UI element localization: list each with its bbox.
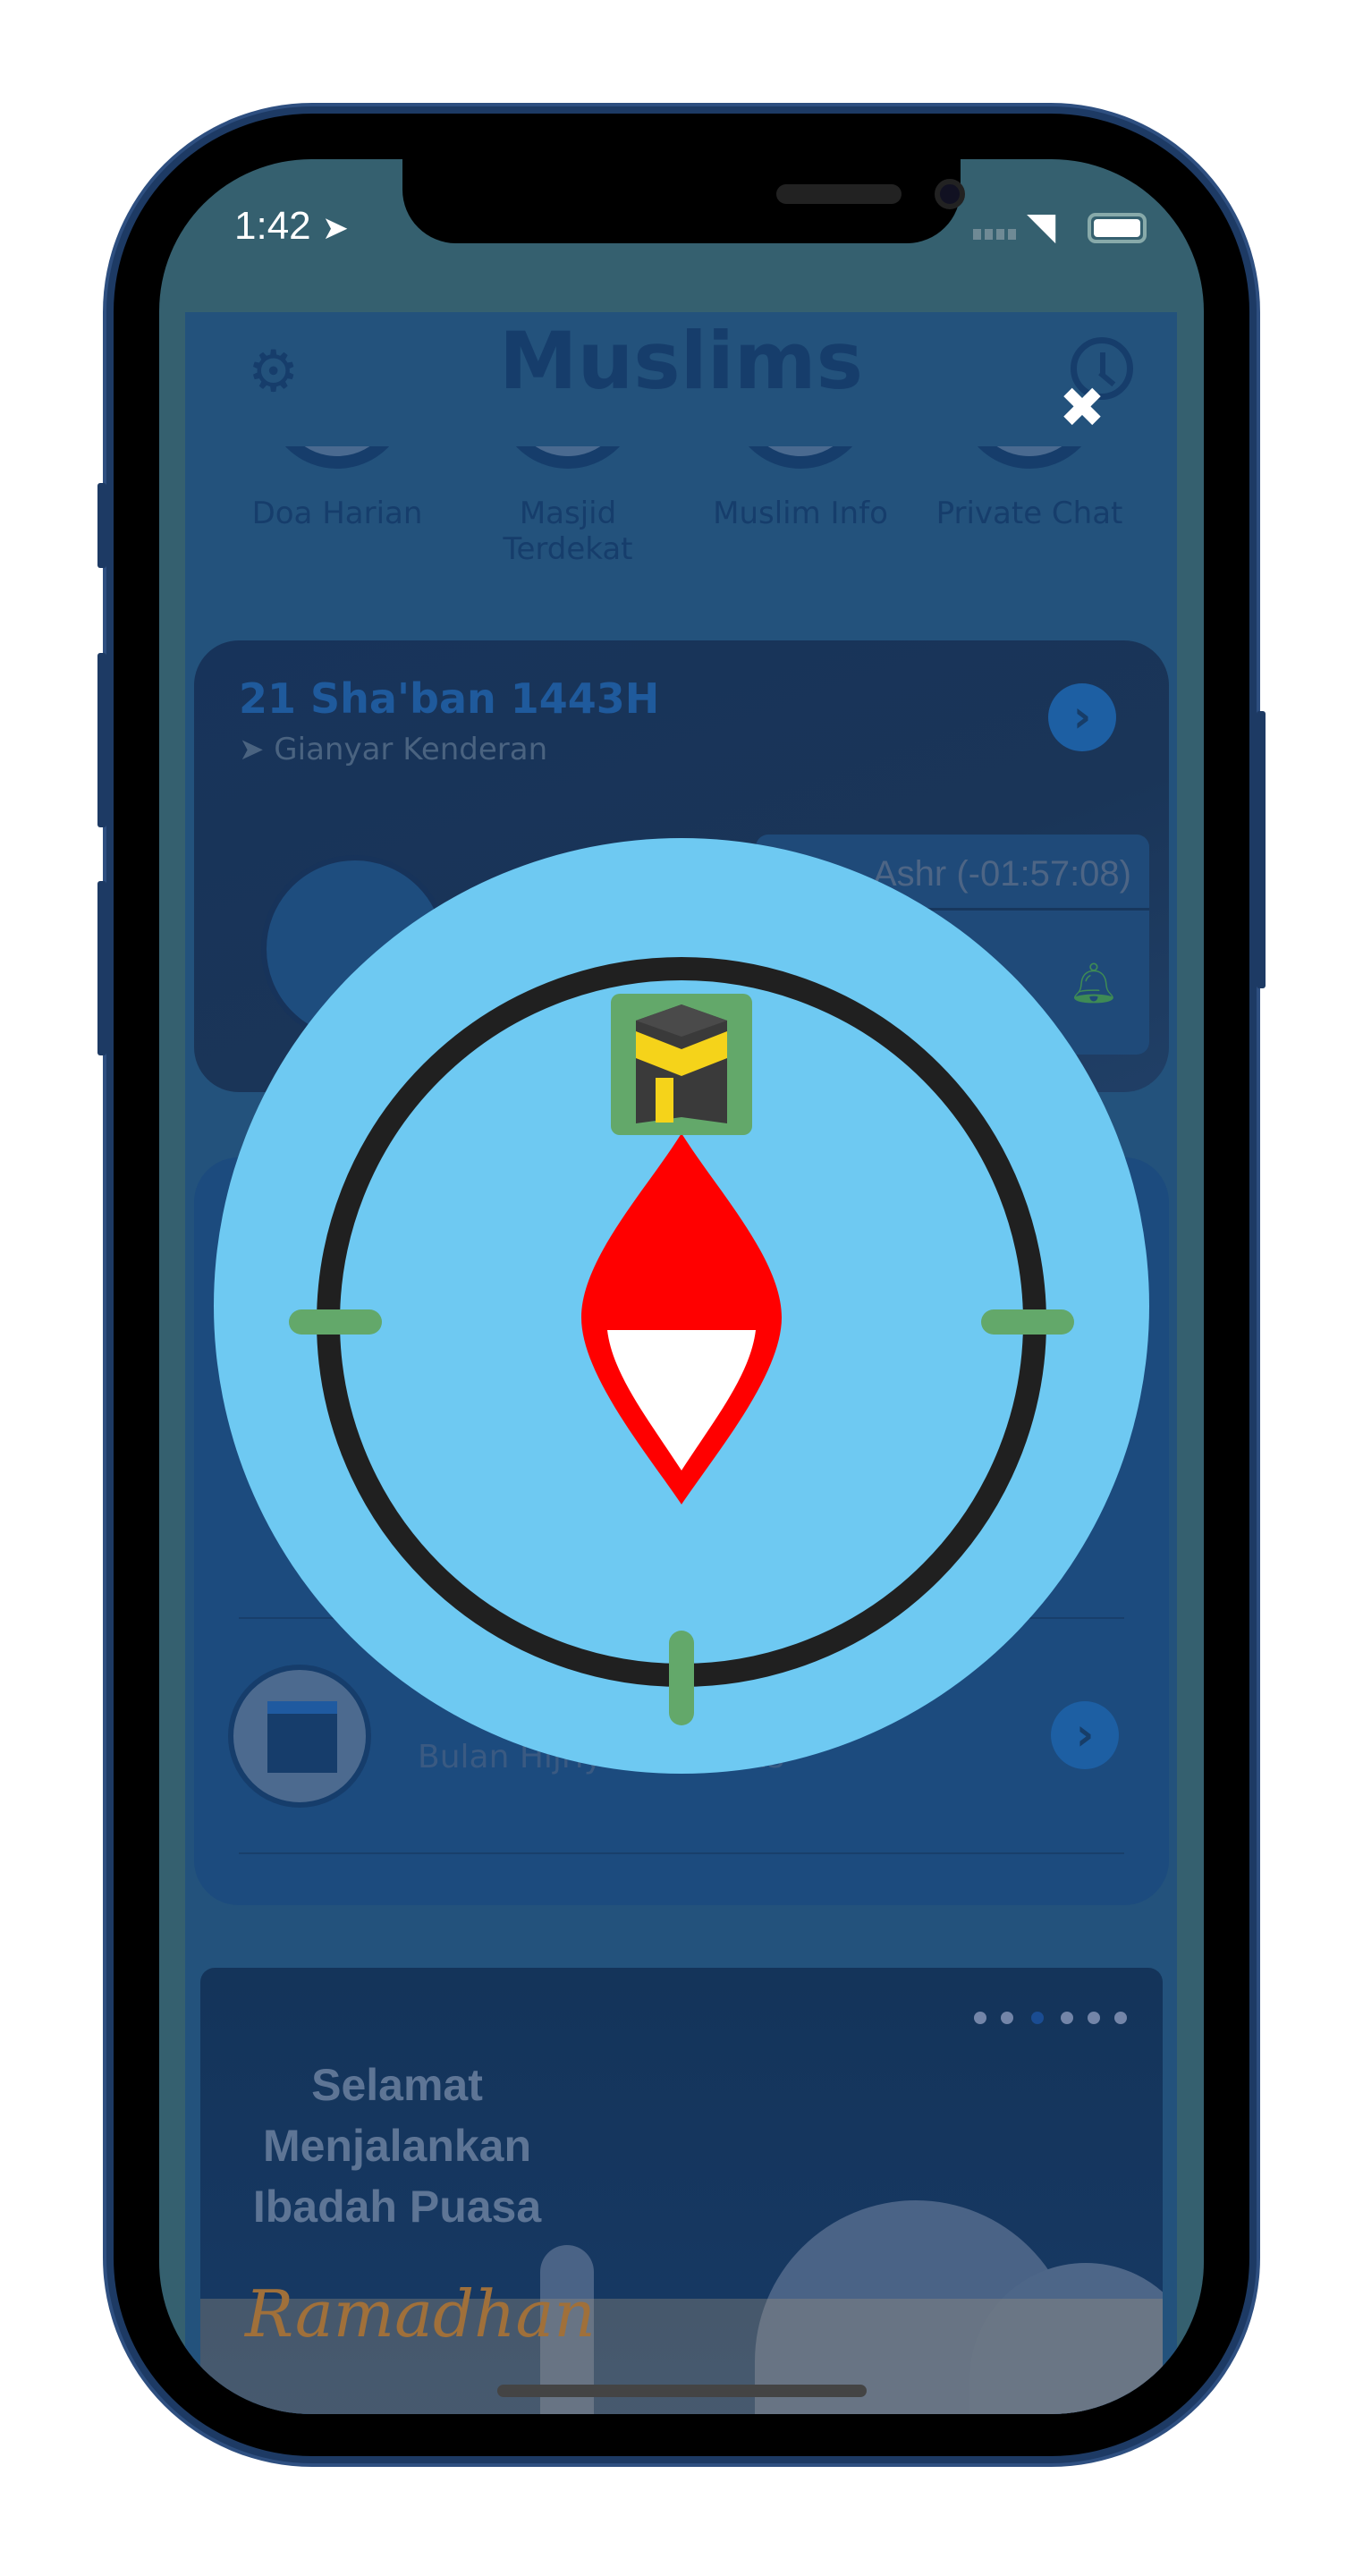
home-indicator[interactable] bbox=[497, 2385, 867, 2397]
banner-line: Menjalankan bbox=[262, 2121, 532, 2171]
carousel-dot[interactable] bbox=[1061, 2012, 1073, 2024]
nav-label[interactable]: Muslim Info bbox=[684, 496, 917, 531]
promo-banner[interactable]: Selamat Menjalankan Ibadah Puasa Ramadha… bbox=[200, 1968, 1163, 2414]
hijri-date: 21 Sha'ban 1443H bbox=[239, 674, 660, 723]
camera bbox=[935, 179, 965, 209]
notch bbox=[402, 159, 965, 243]
carousel-dot[interactable] bbox=[1001, 2012, 1013, 2024]
kaaba-icon bbox=[611, 994, 752, 1135]
carousel-dot[interactable] bbox=[1114, 2012, 1127, 2024]
mute-switch bbox=[97, 483, 106, 568]
banner-line: Ibadah Puasa bbox=[252, 2182, 542, 2232]
ramadhan-script: Ramadhan bbox=[245, 2276, 596, 2351]
divider bbox=[239, 1852, 1124, 1854]
location: ➤ Gianyar Kenderan bbox=[239, 732, 547, 767]
battery-icon bbox=[1088, 213, 1147, 243]
location-arrow-icon: ➤ bbox=[239, 732, 275, 767]
banner-line: Selamat bbox=[311, 2060, 483, 2110]
needle-icon bbox=[581, 1133, 782, 1504]
close-icon[interactable]: ✖ bbox=[1059, 380, 1105, 436]
speaker bbox=[776, 184, 902, 204]
location-arrow-icon: ➤ bbox=[321, 209, 350, 246]
location-text: Gianyar Kenderan bbox=[274, 732, 548, 767]
page-title: Muslims bbox=[499, 315, 863, 407]
nav-label[interactable]: Masjid Terdekat bbox=[452, 496, 684, 567]
compass-svg bbox=[289, 957, 1074, 1725]
volume-down-button bbox=[97, 881, 106, 1055]
carousel-dot[interactable] bbox=[1088, 2012, 1100, 2024]
chevron-right-icon[interactable]: › bbox=[1048, 683, 1116, 751]
status-time: 1:42 ➤ bbox=[234, 204, 350, 248]
signal-icon bbox=[973, 229, 1018, 240]
qibla-compass-overlay bbox=[214, 838, 1149, 1774]
wifi-icon: ◥ bbox=[1027, 205, 1056, 247]
carousel-dot-active[interactable] bbox=[1031, 2012, 1044, 2024]
carousel-dot[interactable] bbox=[974, 2012, 986, 2024]
nav-label[interactable]: Doa Harian bbox=[221, 496, 453, 531]
power-button bbox=[1257, 711, 1266, 988]
screen: ⚙ Muslims Doa Harian Masjid Terdekat Mus… bbox=[159, 159, 1204, 2414]
volume-up-button bbox=[97, 653, 106, 827]
nav-label[interactable]: Private Chat bbox=[913, 496, 1146, 531]
